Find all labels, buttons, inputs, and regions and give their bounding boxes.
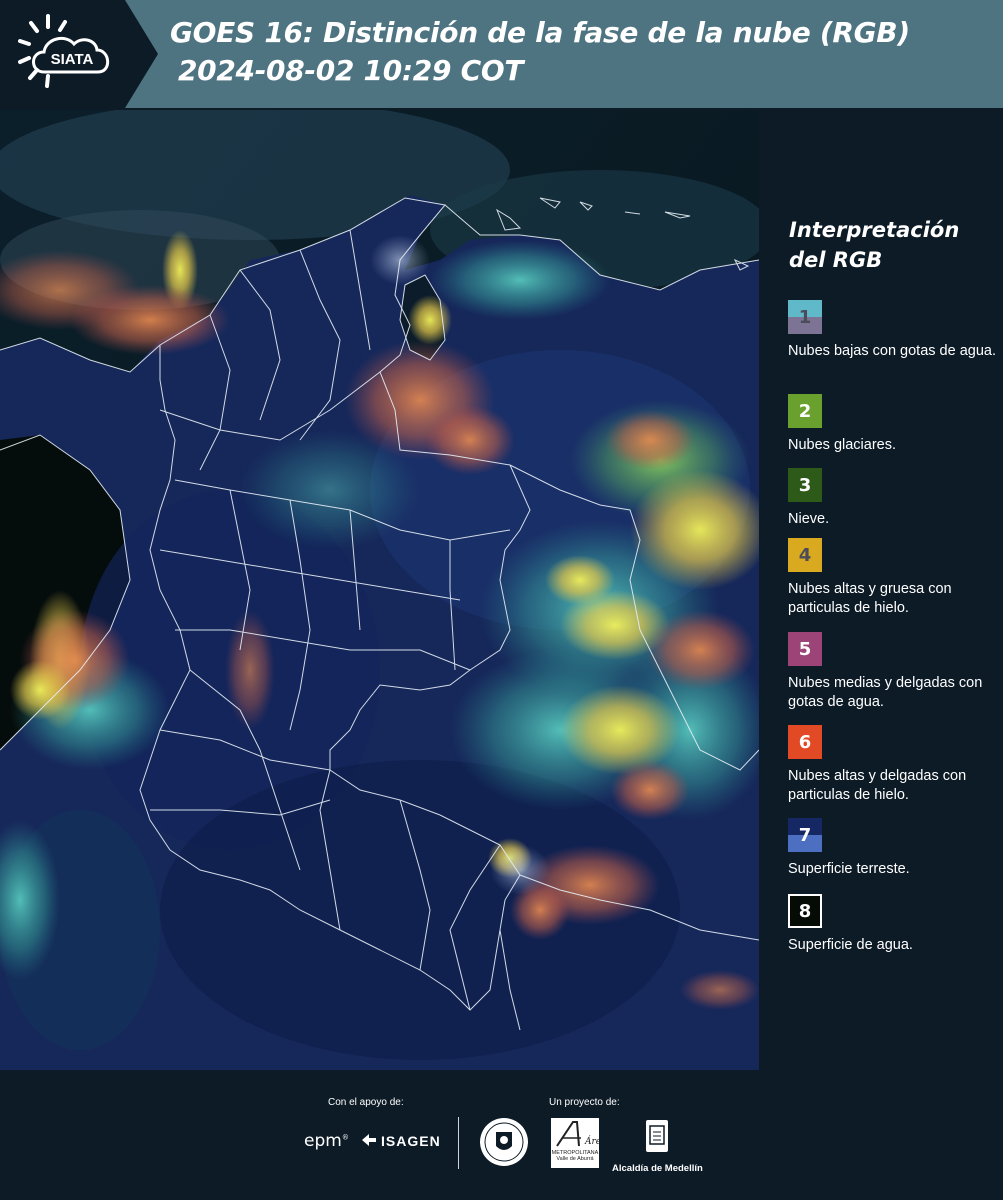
legend-number: 4 (798, 544, 812, 566)
legend-label: Superficie de agua. (788, 937, 913, 953)
legend-number: 2 (798, 400, 812, 422)
legend-item-8: 8 Superficie de agua. (788, 894, 998, 955)
legend-swatch-8: 8 (788, 894, 822, 928)
header: SIATA GOES 16: Distinción de la fase de … (0, 0, 1003, 108)
support-caption: Con el apoyo de: (328, 1097, 404, 1108)
area-metropolitana-logo: Área METROPOLITANA Valle de Aburrá (551, 1118, 607, 1168)
title-timestamp: 2024-08-02 10:29 COT (178, 54, 524, 87)
legend-swatch-7: 7 (788, 818, 822, 852)
legend-item-1: 1 Nubes bajas con gotas de agua. (788, 300, 998, 361)
gobernacion-seal-icon (478, 1116, 530, 1173)
legend-label: Nubes bajas con gotas de agua. (788, 343, 996, 359)
footer: Con el apoyo de: Un proyecto de: epm® IS… (0, 1070, 1003, 1200)
legend-swatch-2: 2 (788, 394, 822, 428)
legend-swatch-6: 6 (788, 725, 822, 759)
legend-label: Nubes altas y delgadas con particulas de… (788, 768, 967, 803)
siata-logo-text: SIATA (51, 51, 94, 68)
legend-label: Nubes medias y delgadas con gotas de agu… (788, 675, 983, 710)
legend-panel: Interpretación del RGB 1 Nubes bajas con… (770, 110, 1003, 1070)
alcaldia-text: Alcaldía de Medellín (612, 1163, 703, 1174)
alcaldia-shield-icon (646, 1120, 668, 1152)
legend-number: 8 (798, 900, 812, 922)
legend-item-2: 2 Nubes glaciares. (788, 394, 998, 455)
amva-script: Área (584, 1135, 599, 1147)
title-product: GOES 16: Distinción de la fase de la nub… (170, 16, 910, 49)
amva-line2: Valle de Aburrá (556, 1156, 594, 1162)
page-title: GOES 16: Distinción de la fase de la nub… (170, 14, 990, 90)
project-caption: Un proyecto de: (549, 1097, 620, 1108)
legend-number: 1 (798, 306, 812, 328)
amva-caption: METROPOLITANA Valle de Aburrá (551, 1150, 599, 1162)
legend-swatch-1: 1 (788, 300, 822, 334)
siata-logo: SIATA (0, 0, 158, 108)
legend-label: Nubes altas y gruesa con particulas de h… (788, 581, 952, 616)
legend-item-3: 3 Nieve. (788, 468, 998, 529)
footer-divider (458, 1117, 459, 1169)
legend-swatch-4: 4 (788, 538, 822, 572)
legend-title: Interpretación del RGB (789, 218, 960, 272)
legend-label: Superficie terreste. (788, 861, 910, 877)
legend-item-5: 5 Nubes medias y delgadas con gotas de a… (788, 632, 998, 712)
epm-logo-text: epm (304, 1131, 342, 1151)
legend-number: 5 (798, 638, 812, 660)
legend-number: 7 (798, 824, 812, 846)
isagen-mark-icon (362, 1133, 376, 1149)
legend-item-7: 7 Superficie terreste. (788, 818, 998, 879)
legend-swatch-3: 3 (788, 468, 822, 502)
satellite-rgb-map-icon (0, 110, 759, 1070)
isagen-logo: ISAGEN (362, 1133, 441, 1149)
alcaldia-medellin-logo: Alcaldía de Medellín (612, 1118, 703, 1174)
epm-logo: epm® (304, 1131, 349, 1151)
legend-number: 6 (798, 731, 812, 753)
legend-label: Nubes glaciares. (788, 437, 896, 453)
legend-number: 3 (798, 474, 812, 496)
legend-label: Nieve. (788, 511, 830, 527)
legend-item-6: 6 Nubes altas y delgadas con particulas … (788, 725, 998, 805)
legend-item-4: 4 Nubes altas y gruesa con particulas de… (788, 538, 998, 618)
legend-swatch-5: 5 (788, 632, 822, 666)
isagen-logo-text: ISAGEN (381, 1133, 441, 1149)
satellite-map (0, 110, 759, 1070)
